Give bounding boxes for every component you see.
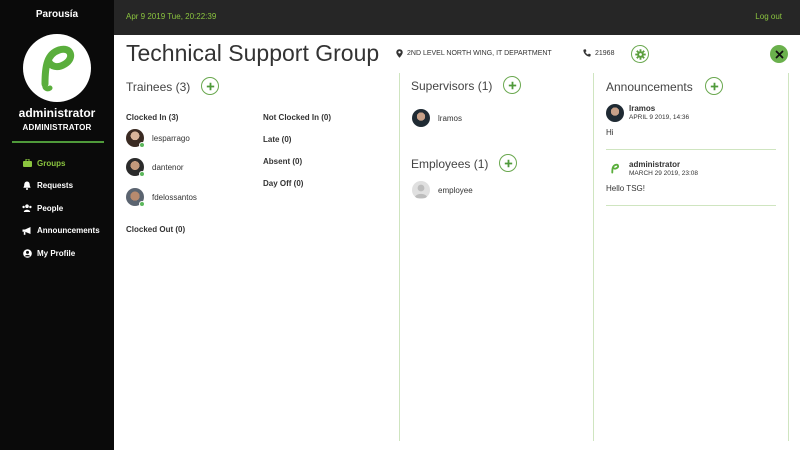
gear-icon bbox=[634, 48, 646, 60]
plus-icon bbox=[710, 82, 718, 90]
current-datetime: Apr 9 2019 Tue, 20:22:39 bbox=[126, 12, 217, 21]
add-employee-button[interactable] bbox=[499, 154, 517, 172]
plus-icon bbox=[206, 82, 214, 90]
default-avatar-icon bbox=[412, 181, 430, 199]
brand-name: Parousía bbox=[35, 9, 79, 20]
users-icon bbox=[22, 203, 32, 213]
late-heading: Late (0) bbox=[263, 135, 292, 144]
briefcase-icon bbox=[22, 158, 32, 168]
sidebar-item-announcements[interactable]: Announcements bbox=[0, 220, 114, 243]
sidebar-item-people[interactable]: People bbox=[0, 197, 114, 220]
megaphone-icon bbox=[22, 226, 32, 236]
announcement-item[interactable]: lramos APRIL 9 2019, 14:36 Hi bbox=[606, 104, 776, 137]
employee-name: employee bbox=[438, 185, 473, 195]
sidebar: Parousía administrator ADMINISTRATOR Gro… bbox=[0, 0, 114, 450]
logo-icon bbox=[41, 45, 75, 92]
announcement-item[interactable]: administrator MARCH 29 2019, 23:08 Hello… bbox=[606, 160, 776, 193]
announcement-author: administrator bbox=[629, 160, 681, 169]
map-marker-icon bbox=[396, 49, 403, 58]
announcement-divider bbox=[606, 205, 776, 206]
add-supervisor-button[interactable] bbox=[503, 76, 521, 94]
avatar bbox=[412, 109, 430, 127]
logout-link[interactable]: Log out bbox=[755, 12, 782, 21]
add-trainee-button[interactable] bbox=[201, 77, 219, 95]
avatar bbox=[126, 158, 145, 177]
logo-icon bbox=[611, 163, 620, 174]
sidebar-item-label: Requests bbox=[37, 181, 74, 191]
announcement-divider bbox=[606, 149, 776, 150]
sidebar-item-label: Announcements bbox=[37, 226, 100, 236]
clocked-in-heading: Clocked In (3) bbox=[126, 113, 179, 122]
sidebar-item-label: Groups bbox=[37, 158, 66, 168]
phone-icon bbox=[583, 49, 591, 57]
avatar bbox=[606, 160, 624, 178]
app-logo bbox=[23, 34, 91, 102]
trainee-name: dantenor bbox=[152, 162, 184, 172]
sidebar-username: administrator bbox=[18, 106, 96, 120]
announcement-date: APRIL 9 2019, 14:36 bbox=[629, 114, 690, 121]
trainee-name: fdelossantos bbox=[152, 192, 197, 202]
clocked-out-heading: Clocked Out (0) bbox=[126, 225, 186, 234]
group-location: 2ND LEVEL NORTH WING, IT DEPARTMENT bbox=[396, 49, 552, 58]
column-divider bbox=[788, 73, 789, 441]
sidebar-nav: Groups Requests People Announcements My … bbox=[0, 152, 114, 265]
close-icon bbox=[775, 50, 783, 58]
plus-icon bbox=[504, 159, 512, 167]
top-bar: Apr 9 2019 Tue, 20:22:39 Log out bbox=[114, 0, 800, 35]
sidebar-item-requests[interactable]: Requests bbox=[0, 175, 114, 198]
announcement-author: lramos bbox=[629, 104, 656, 113]
online-status-dot bbox=[139, 201, 145, 207]
announcement-date: MARCH 29 2019, 23:08 bbox=[629, 170, 699, 177]
page-title: Technical Support Group bbox=[126, 40, 380, 66]
sidebar-item-label: People bbox=[37, 203, 64, 213]
sidebar-user-role: ADMINISTRATOR bbox=[22, 123, 92, 132]
group-location-text: 2ND LEVEL NORTH WING, IT DEPARTMENT bbox=[407, 50, 552, 57]
employee-row[interactable]: employee bbox=[412, 181, 473, 199]
announcements-heading: Announcements bbox=[606, 80, 693, 94]
group-settings-button[interactable] bbox=[631, 45, 649, 63]
online-status-dot bbox=[139, 171, 145, 177]
sidebar-item-label: My Profile bbox=[37, 248, 76, 258]
announcement-body: Hello TSG! bbox=[606, 184, 645, 193]
supervisor-name: lramos bbox=[438, 113, 463, 123]
add-announcement-button[interactable] bbox=[705, 77, 723, 95]
day-off-heading: Day Off (0) bbox=[263, 179, 304, 188]
user-circle-icon bbox=[22, 248, 32, 258]
trainee-row[interactable]: dantenor bbox=[126, 158, 184, 177]
trainee-name: lesparrago bbox=[152, 133, 190, 143]
column-divider bbox=[399, 73, 400, 441]
trainees-heading: Trainees (3) bbox=[126, 80, 191, 94]
absent-heading: Absent (0) bbox=[263, 157, 303, 166]
trainee-row[interactable]: lesparrago bbox=[126, 129, 190, 148]
sidebar-item-groups[interactable]: Groups bbox=[0, 152, 114, 175]
avatar bbox=[126, 129, 145, 148]
plus-icon bbox=[508, 81, 516, 89]
avatar bbox=[606, 104, 624, 122]
group-phone: 21968 bbox=[583, 49, 614, 57]
not-clocked-in-heading: Not Clocked In (0) bbox=[263, 113, 332, 122]
close-button[interactable] bbox=[770, 45, 788, 63]
sidebar-item-my-profile[interactable]: My Profile bbox=[0, 242, 114, 265]
online-status-dot bbox=[139, 142, 145, 148]
group-phone-text: 21968 bbox=[595, 49, 615, 57]
supervisor-row[interactable]: lramos bbox=[412, 109, 462, 127]
announcement-body: Hi bbox=[606, 128, 614, 137]
column-divider bbox=[593, 73, 594, 441]
sidebar-divider bbox=[12, 141, 104, 143]
trainee-row[interactable]: fdelossantos bbox=[126, 188, 197, 207]
employees-heading: Employees (1) bbox=[411, 157, 489, 171]
supervisors-heading: Supervisors (1) bbox=[411, 79, 493, 93]
avatar bbox=[126, 188, 145, 207]
bell-icon bbox=[22, 181, 32, 191]
